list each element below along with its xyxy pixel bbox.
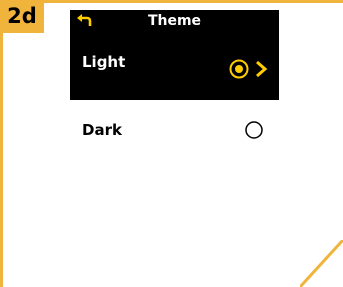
screen-header: Theme — [70, 10, 279, 32]
device-screen: Theme Light — [70, 10, 279, 100]
chevron-right-icon — [256, 60, 268, 78]
step-badge: 2d — [0, 0, 44, 33]
screen-title: Theme — [147, 13, 202, 29]
menu-item-dark[interactable]: Dark — [70, 110, 279, 150]
corner-fold-mark — [300, 240, 343, 287]
menu-item-label: Light — [82, 53, 126, 71]
radio-selected-icon — [229, 59, 249, 79]
menu-item-label: Dark — [82, 121, 122, 139]
radio-unselected-icon — [245, 121, 263, 139]
menu-item-light[interactable]: Light — [70, 53, 279, 96]
